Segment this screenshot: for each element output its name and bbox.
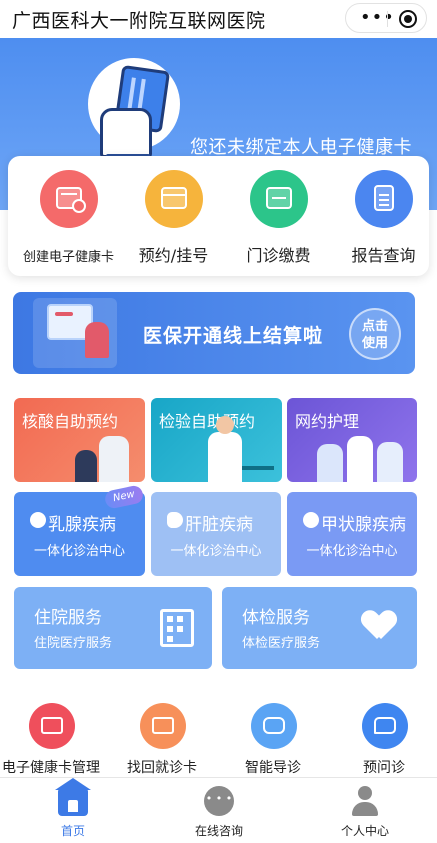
health-card-management-button[interactable]: 电子健康卡管理 [0,703,106,777]
chat-plus-icon [362,703,408,749]
miniprogram-capsule: ••• [345,3,427,33]
calendar-icon [145,170,203,228]
close-target-icon[interactable] [399,10,417,28]
physical-exam-service-tile[interactable]: 体检服务 体检医疗服务 [222,587,417,669]
tile-subtitle: 一体化诊治中心 [33,544,125,559]
tab-label: 个人中心 [340,824,389,838]
tile-title: 体检服务 [242,608,310,628]
create-health-card-label: 创建电子健康卡 [22,250,114,265]
online-nursing-tile[interactable]: 网约护理 [287,398,417,482]
report-query-button[interactable]: 报告查询 [331,170,436,270]
tile-label: 网约护理 [295,412,360,431]
tab-home[interactable]: 首页 [0,778,146,839]
smart-triage-button[interactable]: 智能导诊 [218,703,328,777]
insurance-promo-banner[interactable]: 医保开通线上结算啦 点击使用 [13,292,415,374]
promo-use-label-2: 使用 [361,336,388,351]
shortcut-label: 找回就诊卡 [127,760,197,776]
tab-online-consult[interactable]: 在线咨询 [146,786,292,839]
inpatient-service-tile[interactable]: 住院服务 住院医疗服务 [14,587,212,669]
nurse-illustration-icon [317,444,343,482]
tile-title: 甲状腺疾病 [321,515,406,535]
tile-subtitle: 住院医疗服务 [34,636,113,651]
find-card-icon [140,703,186,749]
patient-illustration-icon [75,450,97,482]
appointment-label: 预约/挂号 [138,246,209,265]
outpatient-payment-button[interactable]: 门诊缴费 [226,170,331,270]
title-bar: 广西医科大一附院互联网医院 ••• [0,0,437,38]
tile-title: 住院服务 [34,608,102,628]
shortcut-label: 电子健康卡管理 [2,760,100,776]
hospital-building-icon [160,609,194,647]
tab-personal-center[interactable]: 个人中心 [292,786,437,839]
tile-subtitle: 一体化诊治中心 [306,544,398,559]
lab-technician-illustration-icon [208,416,242,482]
page-title: 广西医科大一附院互联网医院 [12,10,266,32]
report-query-label: 报告查询 [351,246,416,265]
outpatient-payment-label: 门诊缴费 [246,246,311,265]
thyroid-disease-center-tile[interactable]: 甲状腺疾病 一体化诊治中心 [287,492,417,576]
new-badge: New [103,484,145,510]
person-illustration-icon [85,322,109,358]
shortcut-label: 预问诊 [363,760,405,776]
pre-consultation-button[interactable]: 预问诊 [329,703,437,777]
find-card-button[interactable]: 找回就诊卡 [107,703,217,777]
nucleic-acid-appointment-tile[interactable]: 核酸自助预约 [14,398,145,482]
hand-illustration-icon [100,108,152,158]
tile-subtitle: 体检医疗服务 [242,636,321,651]
medic-illustration-icon [99,436,129,482]
heartbeat-icon [363,611,397,641]
tile-label: 检验自助预约 [159,412,256,431]
promo-text: 医保开通线上结算啦 [143,325,324,347]
bottom-tab-bar: 首页 在线咨询 个人中心 [0,777,437,843]
breast-disease-center-tile[interactable]: 乳腺疾病 一体化诊治中心 New [14,484,145,576]
chat-icon [204,786,234,816]
quick-actions-card: 创建电子健康卡 预约/挂号 门诊缴费 报告查询 [8,156,429,276]
tab-label: 在线咨询 [194,824,243,838]
liver-disease-center-tile[interactable]: 肝脏疾病 一体化诊治中心 [151,492,281,576]
tile-title: 肝脏疾病 [185,515,253,535]
lab-test-appointment-tile[interactable]: 检验自助预约 [151,398,282,482]
ribbon-icon [30,512,46,528]
add-card-icon [40,170,98,228]
shortcut-label: 智能导诊 [245,760,301,776]
report-icon [355,170,413,228]
more-icon[interactable]: ••• [360,9,395,27]
health-card-icon [29,703,75,749]
promo-use-button[interactable]: 点击 使用 [349,308,401,360]
promo-use-label-1: 点击 [361,319,388,334]
tile-label: 核酸自助预约 [22,412,119,431]
robot-icon [251,703,297,749]
create-health-card-button[interactable]: 创建电子健康卡 [16,170,121,270]
home-icon [55,778,91,816]
nurse-illustration-icon [377,442,403,482]
bill-icon [250,170,308,228]
nurse-illustration-icon [347,436,373,482]
tab-label: 首页 [60,824,85,838]
tile-subtitle: 一体化诊治中心 [170,544,262,559]
liver-icon [167,512,183,528]
appointment-button[interactable]: 预约/挂号 [121,170,226,270]
user-icon [350,786,380,816]
tile-title: 乳腺疾病 [48,515,116,535]
plus-circle-icon [303,512,319,528]
capsule-divider [387,11,388,27]
